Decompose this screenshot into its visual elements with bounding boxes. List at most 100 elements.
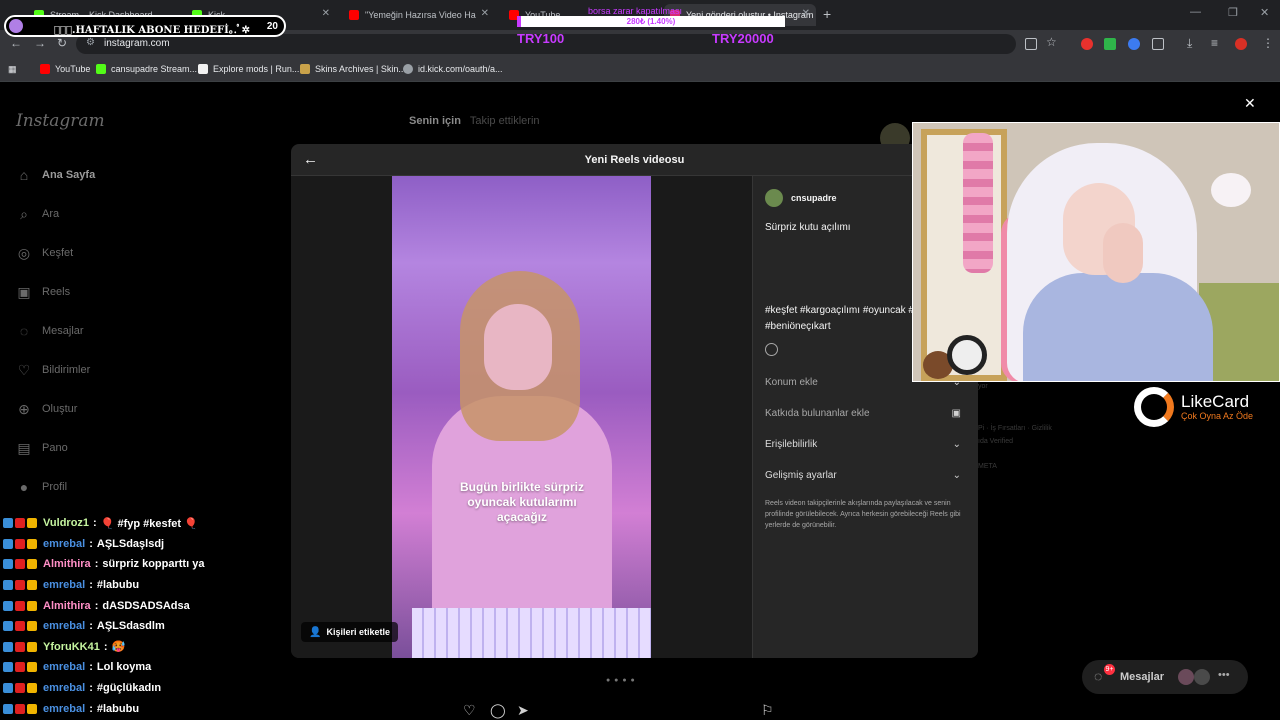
bookmark-label: YouTube — [55, 64, 91, 74]
maximize-icon[interactable]: ❐ — [1228, 6, 1238, 19]
skins-icon — [300, 64, 310, 74]
caption-input[interactable]: Sürpriz kutu açılımı — [765, 222, 851, 233]
install-app-icon[interactable] — [1025, 38, 1037, 50]
close-tab-icon[interactable]: ✕ — [802, 8, 810, 19]
menu-icon[interactable]: ⋮ — [1262, 36, 1274, 50]
row-label: Konum ekle — [765, 376, 818, 388]
badge-icon — [15, 683, 25, 694]
close-tab-icon[interactable]: ✕ — [481, 8, 489, 19]
badge-icon — [3, 559, 13, 570]
download-icon[interactable]: ⤓ — [1187, 36, 1192, 51]
video-preview-pane: Bugün birlikte sürpriz oyuncak kutularım… — [291, 176, 752, 658]
tab-youtube-video[interactable]: "Yemeğin Hazırsa Video Ha ✕ — [343, 4, 495, 26]
extension-blue-icon[interactable] — [1128, 38, 1140, 50]
chat-message: YforuKK41: 🥵 — [0, 637, 300, 658]
nav-label: Mesajlar — [42, 325, 84, 337]
reels-icon: ▣ — [17, 283, 31, 300]
comment-icon[interactable]: ◯ — [490, 702, 506, 719]
reload-icon[interactable]: ↻ — [57, 36, 67, 50]
nav-reels[interactable]: ▣ Reels — [16, 282, 70, 302]
forward-icon[interactable]: → — [34, 36, 46, 50]
apps-icon[interactable]: ▦ — [8, 64, 17, 75]
messenger-icon: ◌ — [1094, 668, 1103, 684]
nav-home[interactable]: ⌂ Ana Sayfa — [16, 165, 95, 185]
webcam-scene — [963, 133, 993, 273]
like-icon[interactable]: ♡ — [463, 702, 476, 719]
reel-video-preview[interactable]: Bugün birlikte sürpriz oyuncak kutularım… — [392, 176, 651, 658]
sharing-notice: Reels videon takipçilerinle akışlarında … — [765, 500, 961, 529]
tag-people-button[interactable]: 👤 Kişileri etiketle — [301, 622, 398, 642]
chat-username[interactable]: YforuKK41 — [43, 641, 100, 653]
chat-badges — [3, 517, 41, 529]
extensions-icon[interactable] — [1152, 38, 1164, 50]
chat-username[interactable]: emrebal — [43, 579, 85, 591]
chat-username[interactable]: emrebal — [43, 682, 85, 694]
nav-profile[interactable]: ● Profil — [16, 477, 67, 497]
instagram-logo[interactable]: Instagram — [16, 111, 105, 131]
shield-icon[interactable] — [1104, 38, 1116, 50]
badge-icon — [15, 538, 25, 549]
modal-header: ← Yeni Reels videosu — [291, 144, 978, 176]
close-window-icon[interactable]: ✕ — [1260, 6, 1269, 19]
badge-icon — [15, 600, 25, 611]
chat-username[interactable]: Almithira — [43, 600, 91, 612]
nav-label: Bildirimler — [42, 364, 91, 376]
chat-separator: : — [89, 661, 93, 674]
bookmark-explore-mods[interactable]: Explore mods | Run... — [198, 64, 299, 74]
nav-create[interactable]: ⊕ Oluştur — [16, 399, 77, 419]
chat-username[interactable]: Almithira — [43, 558, 91, 570]
bookmark-skins[interactable]: Skins Archives | Skin... — [300, 64, 406, 74]
avatar — [765, 189, 783, 207]
chat-username[interactable]: emrebal — [43, 620, 85, 632]
chat-username[interactable]: emrebal — [43, 538, 85, 550]
chat-username[interactable]: Vuldroz1 — [43, 517, 89, 529]
chat-separator: : — [89, 702, 93, 715]
tab-following[interactable]: Takip ettiklerin — [470, 115, 540, 127]
bookmark-youtube[interactable]: YouTube — [40, 64, 90, 74]
extension-red-icon[interactable] — [1081, 38, 1093, 50]
add-collaborators-row[interactable]: Katkıda bulunanlar ekle ▣ — [765, 403, 961, 423]
advanced-settings-row[interactable]: Gelişmiş ayarlar ⌄ — [765, 465, 961, 485]
back-icon[interactable]: ← — [10, 36, 22, 50]
nav-search[interactable]: ⌕ Ara — [16, 204, 59, 224]
bookmark-star-icon[interactable]: ☆ — [1046, 35, 1057, 49]
nav-explore[interactable]: ◎ Keşfet — [16, 243, 73, 263]
chevron-down-icon: ⌄ — [952, 438, 961, 450]
profile-avatar-icon[interactable] — [1235, 38, 1247, 50]
messenger-icon: ◌ — [19, 323, 29, 339]
nav-notifications[interactable]: ♡ Bildirimler — [16, 360, 91, 380]
share-icon[interactable]: ➤ — [517, 702, 529, 719]
chat-username[interactable]: emrebal — [43, 661, 85, 673]
nav-dashboard[interactable]: ▤ Pano — [16, 438, 68, 458]
minimize-icon[interactable]: — — [1190, 6, 1201, 18]
save-icon[interactable]: ⚐ — [761, 702, 774, 719]
badge-icon — [3, 683, 13, 694]
nav-label: Oluştur — [42, 403, 78, 415]
close-tab-icon[interactable]: ✕ — [322, 8, 330, 19]
accessibility-row[interactable]: Erişilebilirlik ⌄ — [765, 434, 961, 454]
search-icon: ⌕ — [20, 205, 28, 222]
chat-username[interactable]: emrebal — [43, 703, 85, 715]
messages-pill[interactable]: ◌ 9+ Mesajlar ••• — [1082, 660, 1248, 694]
avatar — [1178, 669, 1194, 685]
new-tab-button[interactable]: + — [823, 6, 831, 22]
site-info-icon[interactable]: ⚙ — [86, 37, 95, 48]
chat-separator: : — [93, 517, 97, 530]
badge-icon — [27, 580, 37, 591]
bookmark-kick-oauth[interactable]: id.kick.com/oauth/a... — [403, 64, 503, 74]
badge-icon — [27, 518, 37, 529]
chat-message: Almithira: dASDSADSAdsa — [0, 595, 300, 616]
post-author: cnsupadre — [765, 189, 837, 207]
media-icon[interactable]: ≡ — [1211, 36, 1218, 50]
tab-for-you[interactable]: Senin için — [409, 115, 461, 127]
emoji-icon[interactable] — [765, 343, 778, 356]
badge-icon — [15, 580, 25, 591]
bookmark-kick-stream[interactable]: cansupadre Stream... — [96, 64, 197, 74]
nav-label: Pano — [42, 442, 68, 454]
badge-icon — [15, 641, 25, 652]
badge-icon — [27, 621, 37, 632]
bookmark-label: cansupadre Stream... — [111, 64, 198, 74]
nav-messages[interactable]: ◌ Mesajlar — [16, 321, 84, 341]
more-icon[interactable]: ••• — [1218, 669, 1230, 681]
close-modal-icon[interactable]: ✕ — [1244, 95, 1256, 112]
